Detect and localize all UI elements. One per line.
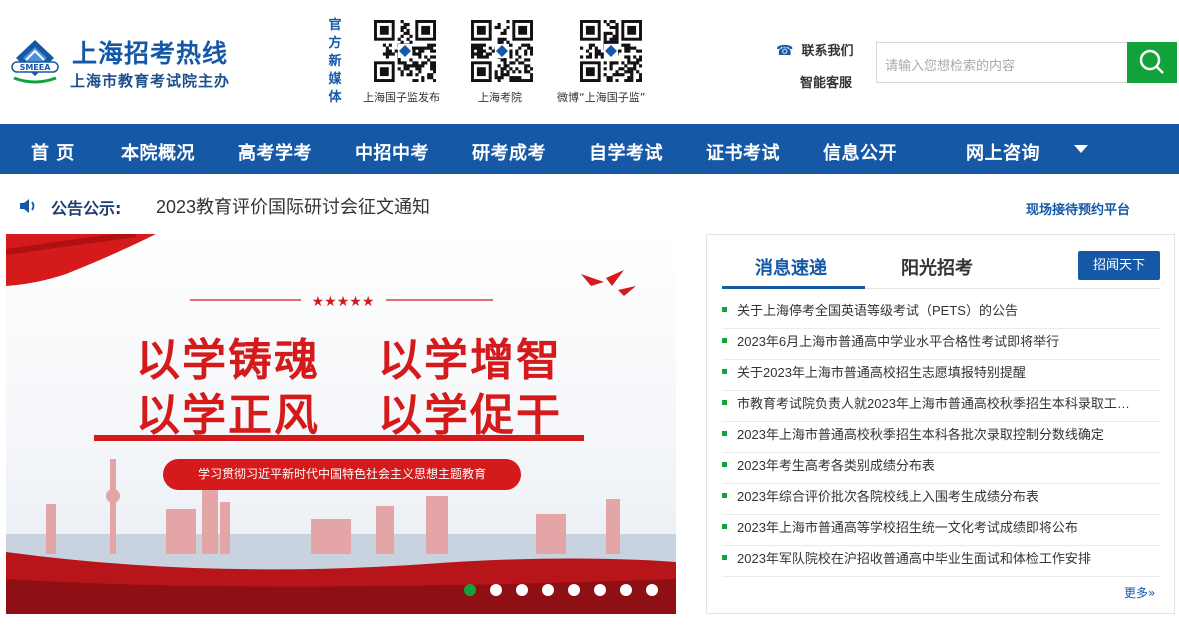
svg-text:★★★★★: ★★★★★ — [312, 294, 375, 310]
bullet-icon — [722, 555, 727, 560]
news-title: 市教育考试院负责人就2023年上海市普通高校秋季招生本科录取工… — [737, 396, 1130, 411]
qr-caption-weibo: 微博“上海国子监” — [557, 91, 646, 104]
qr-caption-kaoyuan: 上海考院 — [478, 91, 522, 104]
notice-label: 公告公示: — [51, 199, 122, 218]
carousel-dot[interactable] — [490, 584, 502, 596]
qr-code-kaoyuan-icon — [471, 20, 534, 83]
news-item[interactable]: 2023年考生高考各类别成绩分布表 — [722, 453, 1160, 484]
carousel-dot[interactable] — [542, 584, 554, 596]
nav-zhongkao[interactable]: 中招中考 — [355, 139, 429, 165]
news-title: 2023年考生高考各类别成绩分布表 — [737, 458, 935, 473]
banner-carousel[interactable]: ★★★★★ 以学铸魂 以学增智 以学正风 以学促干 学习贯彻习近平新时代中国特色… — [6, 234, 676, 614]
qr-code-gzj-icon — [374, 20, 437, 83]
nav-zikao[interactable]: 自学考试 — [589, 139, 663, 165]
carousel-dot[interactable] — [464, 584, 476, 596]
banner-slogan: 以学促干 — [378, 390, 562, 441]
contact-label: 联系我们 — [801, 44, 854, 59]
contact-us-link[interactable]: ☎ 联系我们 — [776, 40, 853, 59]
bullet-icon — [722, 431, 727, 436]
nav-certificate[interactable]: 证书考试 — [706, 139, 780, 165]
carousel-dot[interactable] — [516, 584, 528, 596]
site-subtitle: 上海市教育考试院主办 — [70, 72, 231, 90]
logo-text: SMEEA — [20, 63, 52, 72]
news-title: 2023年6月上海市普通高中学业水平合格性考试即将举行 — [737, 334, 1060, 349]
carousel-dot[interactable] — [646, 584, 658, 596]
news-title: 关于2023年上海市普通高校招生志愿填报特别提醒 — [737, 365, 1026, 380]
news-title: 2023年军队院校在沪招收普通高中毕业生面试和体检工作安排 — [737, 551, 1091, 566]
news-item[interactable]: 关于2023年上海市普通高校招生志愿填报特别提醒 — [722, 360, 1160, 391]
bullet-icon — [722, 493, 727, 498]
qr-caption-gzj: 上海国子监发布 — [363, 91, 440, 104]
tab-sunshine-admission[interactable]: 阳光招考 — [901, 254, 973, 280]
site-logo-icon[interactable]: SMEEA — [8, 38, 62, 86]
news-item[interactable]: 2023年军队院校在沪招收普通高中毕业生面试和体检工作安排 — [722, 546, 1160, 577]
nav-home[interactable]: 首 页 — [31, 139, 75, 165]
news-item[interactable]: 2023年上海市普通高等学校招生统一文化考试成绩即将公布 — [722, 515, 1160, 546]
active-tab-indicator — [722, 286, 865, 289]
qr-code-weibo-icon — [580, 20, 643, 83]
news-item[interactable]: 2023年上海市普通高校秋季招生本科各批次录取控制分数线确定 — [722, 422, 1160, 453]
smart-service-link[interactable]: 智能客服 — [800, 72, 852, 91]
search-icon — [1139, 49, 1164, 74]
tab-news-flash[interactable]: 消息速递 — [755, 254, 827, 280]
news-title: 2023年上海市普通高校秋季招生本科各批次录取控制分数线确定 — [737, 427, 1104, 442]
notice-link[interactable]: 2023教育评价国际研讨会征文通知 — [156, 193, 430, 219]
more-link[interactable]: 更多» — [1124, 584, 1155, 601]
bullet-icon — [722, 400, 727, 405]
phone-icon: ☎ — [776, 43, 794, 59]
bullet-icon — [722, 307, 727, 312]
speaker-icon — [20, 199, 35, 213]
news-title: 2023年综合评价批次各院校线上入围考生成绩分布表 — [737, 489, 1039, 504]
nav-yankao[interactable]: 研考成考 — [472, 139, 546, 165]
site-name[interactable]: 上海招考热线 — [72, 34, 228, 70]
news-title: 2023年上海市普通高等学校招生统一文化考试成绩即将公布 — [737, 520, 1078, 535]
search-input[interactable]: 请输入您想检索的内容 — [876, 42, 1128, 83]
carousel-dot[interactable] — [594, 584, 606, 596]
news-item[interactable]: 2023年综合评价批次各院校线上入围考生成绩分布表 — [722, 484, 1160, 515]
news-item[interactable]: 2023年6月上海市普通高中学业水平合格性考试即将举行 — [722, 329, 1160, 360]
banner-slogan: 以学正风 — [136, 390, 320, 441]
banner-art: ★★★★★ — [6, 234, 676, 614]
official-media-label: 官方新媒体 — [328, 18, 342, 105]
carousel-dot[interactable] — [620, 584, 632, 596]
nav-about[interactable]: 本院概况 — [121, 139, 195, 165]
search-button[interactable] — [1127, 42, 1177, 83]
chevron-down-icon[interactable] — [1073, 143, 1089, 155]
nav-info-public[interactable]: 信息公开 — [823, 139, 897, 165]
carousel-dot[interactable] — [568, 584, 580, 596]
bullet-icon — [722, 369, 727, 374]
news-item[interactable]: 关于上海停考全国英语等级考试（PETS）的公告 — [722, 298, 1160, 329]
nav-gaokao[interactable]: 高考学考 — [238, 139, 312, 165]
bullet-icon — [722, 462, 727, 467]
news-title: 关于上海停考全国英语等级考试（PETS）的公告 — [737, 303, 1018, 318]
reception-booking-link[interactable]: 现场接待预约平台 — [1026, 199, 1130, 218]
zhaowen-button[interactable]: 招闻天下 — [1078, 251, 1160, 280]
main-nav: 首 页 本院概况 高考学考 中招中考 研考成考 自学考试 证书考试 信息公开 网… — [0, 124, 1179, 174]
news-item[interactable]: 市教育考试院负责人就2023年上海市普通高校秋季招生本科录取工… — [722, 391, 1160, 422]
bullet-icon — [722, 524, 727, 529]
bullet-icon — [722, 338, 727, 343]
banner-subtitle: 学习贯彻习近平新时代中国特色社会主义思想主题教育 — [163, 459, 521, 490]
nav-consult[interactable]: 网上咨询 — [966, 139, 1040, 165]
